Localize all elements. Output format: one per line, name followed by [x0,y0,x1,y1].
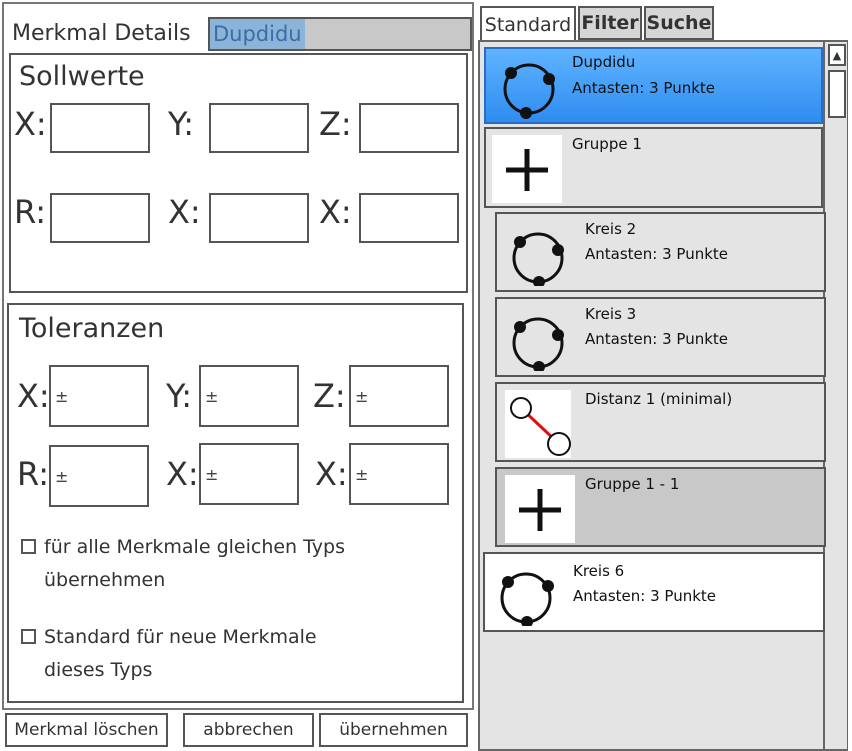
list-item-name: Gruppe 1 [572,135,642,153]
plus-minus-prefix: ± [205,464,219,484]
sollwerte-x-input[interactable] [50,103,150,153]
toleranzen-r-input[interactable]: ± [49,445,149,507]
toleranzen-x3-input[interactable]: ± [349,443,449,505]
toleranzen-x-input[interactable]: ± [49,365,149,427]
list-item-detail: Antasten: 3 Punkte [585,245,728,263]
sollwerte-z-input[interactable] [359,103,459,153]
list-item-name: Kreis 3 [585,305,637,323]
sollwerte-y-input[interactable] [209,103,309,153]
checkbox-default-new-label: Standard für neue Merkmale dieses Typs [44,626,317,681]
plus-minus-prefix: ± [355,464,369,484]
list-item-detail: Antasten: 3 Punkte [573,587,716,605]
sollwerte-title: Sollwerte [19,61,145,92]
list-scrollbar[interactable]: ▲ [823,42,847,749]
list-item[interactable]: Kreis 6 Antasten: 3 Punkte [483,552,825,632]
circle-3-points-icon [503,63,555,119]
checkbox-all-same-type-label: für alle Merkmale gleichen Typs übernehm… [44,536,345,591]
list-item[interactable]: Kreis 2 Antasten: 3 Punkte [495,212,826,292]
panel-title: Merkmal Details [12,21,191,46]
sollwerte-label-x: X: [14,105,47,143]
abbrechen-button[interactable]: abbrechen [183,713,314,747]
circle-3-points-icon [512,232,564,286]
toleranzen-title: Toleranzen [19,313,165,344]
checkbox-default-new[interactable] [21,629,36,644]
uebernehmen-button[interactable]: übernehmen [319,713,468,747]
scroll-up-arrow-icon[interactable]: ▲ [828,44,846,66]
list-item-name: Distanz 1 (minimal) [585,390,733,408]
plus-icon [492,135,562,203]
checkbox-row-all-same-type[interactable]: für alle Merkmale gleichen Typs übernehm… [21,531,364,597]
merkmal-name-field[interactable]: Dupdidu [208,17,472,51]
plus-icon [505,475,575,543]
plus-minus-prefix: ± [55,386,69,406]
tab-filter[interactable]: Filter [578,6,642,40]
sollwerte-r-input[interactable] [50,193,150,243]
scroll-thumb[interactable] [828,70,846,118]
circle-3-points-icon [512,317,564,371]
plus-minus-prefix: ± [55,466,69,486]
tab-standard[interactable]: Standard [480,6,576,42]
toleranzen-x2-input[interactable]: ± [199,443,299,505]
merkmal-loeschen-button[interactable]: Merkmal löschen [5,713,168,747]
list-item[interactable]: Gruppe 1 [484,127,823,208]
sollwerte-label-r: R: [14,193,47,231]
sollwerte-label-x2: X: [168,193,201,231]
sollwerte-label-x3: X: [319,193,352,231]
list-item-name: Kreis 6 [573,562,625,580]
list-item[interactable]: Distanz 1 (minimal) [495,382,826,462]
tab-suche[interactable]: Suche [644,6,714,40]
sollwerte-group: Sollwerte X: Y: Z: R: X: X: [9,53,468,293]
checkbox-row-default-new[interactable]: Standard für neue Merkmale dieses Typs [21,621,364,687]
list-item-detail: Antasten: 3 Punkte [572,79,715,97]
plus-minus-prefix: ± [205,386,219,406]
sollwerte-label-z: Z: [319,105,352,143]
toleranzen-z-input[interactable]: ± [349,365,449,427]
circle-3-points-icon [500,572,554,626]
toleranzen-label-r: R: [17,455,50,493]
toleranzen-group: Toleranzen X: ± Y: ± Z: ± R: ± X: ± X: ±… [7,303,464,703]
checkbox-all-same-type[interactable] [21,539,36,554]
list-item[interactable]: Kreis 3 Antasten: 3 Punkte [495,297,826,377]
toleranzen-label-z: Z: [313,377,346,415]
sollwerte-label-y: Y: [168,105,195,143]
toleranzen-y-input[interactable]: ± [199,365,299,427]
toleranzen-label-x2: X: [166,455,199,493]
plus-minus-prefix: ± [355,386,369,406]
toleranzen-label-y: Y: [166,377,193,415]
distance-icon [505,390,571,458]
list-item-name: Gruppe 1 - 1 [585,475,680,493]
list-item[interactable]: Gruppe 1 - 1 [495,467,826,547]
merkmal-name-value: Dupdidu [210,19,305,49]
list-item[interactable]: Dupdidu Antasten: 3 Punkte [484,47,823,124]
list-item-detail: Antasten: 3 Punkte [585,330,728,348]
sollwerte-x3-input[interactable] [359,193,459,243]
sollwerte-x2-input[interactable] [209,193,309,243]
toleranzen-label-x3: X: [315,455,348,493]
list-item-name: Kreis 2 [585,220,637,238]
toleranzen-label-x: X: [17,377,50,415]
list-item-name: Dupdidu [572,53,636,71]
